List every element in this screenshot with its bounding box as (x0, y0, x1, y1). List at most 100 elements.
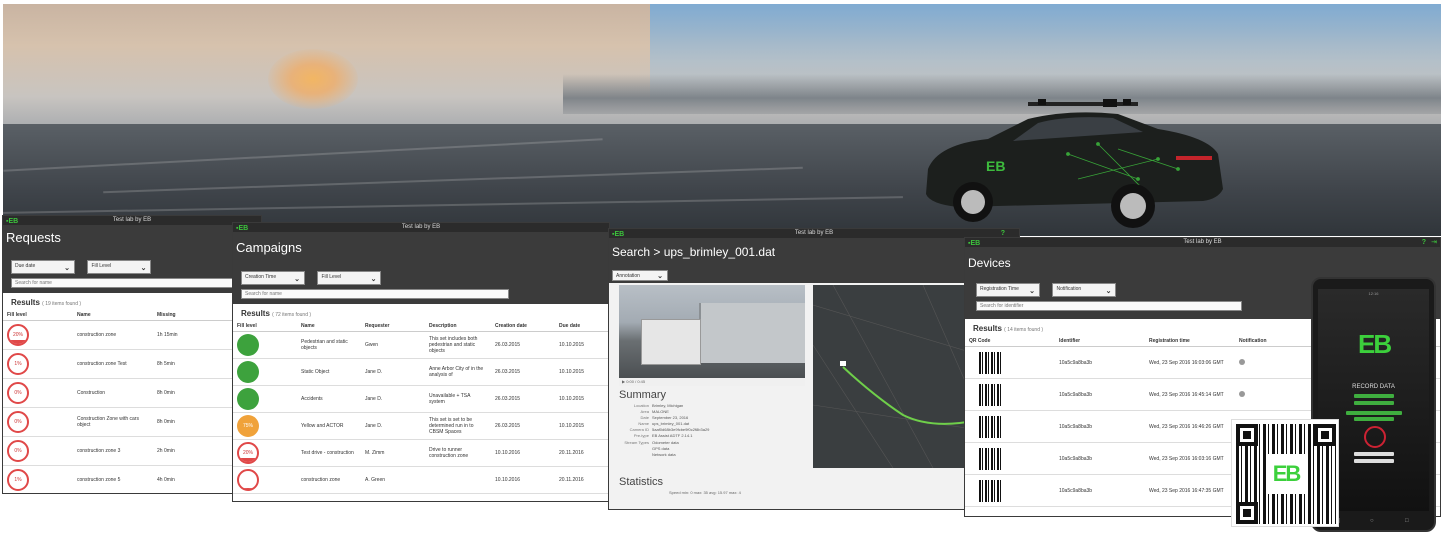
requester: M. Zimm (361, 439, 425, 467)
phone-option[interactable] (1346, 411, 1402, 415)
phone-option[interactable] (1354, 394, 1394, 398)
help-icon[interactable]: ? (1422, 238, 1426, 247)
registration-time: Wed, 23 Sep 2016 16:45:14 GMT (1145, 378, 1235, 411)
registration-time: Wed, 23 Sep 2016 16:46:26 GMT (1145, 410, 1235, 443)
menu-icon[interactable]: ▪EB (968, 239, 980, 248)
col-header[interactable]: Fill level (233, 321, 297, 332)
topbar: ▪EB Test lab by EB (233, 223, 609, 232)
requester: A. Green (361, 466, 425, 494)
phone-option[interactable] (1354, 401, 1394, 405)
table-row[interactable]: 0% Construction 8h 0min (3, 378, 261, 408)
description (425, 466, 491, 494)
qr-code[interactable] (979, 447, 1001, 470)
table-row[interactable]: 1% construction zone Test 8h 5min (3, 349, 261, 379)
start-marker (840, 361, 846, 366)
qr-code[interactable] (979, 415, 1001, 438)
qr-code[interactable] (979, 383, 1001, 406)
fill-level-indicator: 20% (7, 324, 29, 346)
col-header[interactable]: QR Code (965, 336, 1055, 347)
annotation-select[interactable]: Annotation ⌄ (612, 270, 668, 281)
table-row[interactable]: 20% Test drive - construction M. Zimm Drive… (233, 439, 609, 467)
phone-option[interactable] (1354, 459, 1394, 463)
hero-image: EB (3, 4, 1441, 236)
filter-select[interactable]: Notification ⌄ (1052, 283, 1117, 297)
request-name: construction zone Test (73, 349, 153, 379)
app-title: Test lab by EB (794, 230, 834, 236)
fill-level-indicator: 75% (237, 415, 259, 437)
campaigns-table: Fill level Name Requester Description Cr… (233, 321, 609, 494)
table-row[interactable]: 1% construction zone 5 4h 0min (3, 465, 261, 493)
page-title: Campaigns (233, 232, 609, 262)
summary-value: 5aaf0d68b3e9fcbe9f0c2f8b3a29 (652, 427, 710, 433)
table-row[interactable]: 0% construction zone 3 2h 0min (3, 436, 261, 466)
eb-logo: EB (1358, 329, 1392, 359)
col-header[interactable]: Fill level (3, 310, 73, 321)
fill-level-indicator (237, 469, 259, 491)
table-row[interactable]: construction zone A. Green 10.10.2016 20.11… (233, 466, 609, 494)
fill-level-indicator: 20% (237, 442, 259, 464)
sort-select[interactable]: Creation Time ⌄ (241, 271, 305, 285)
filter-bar: Due date ⌄ Fill Level ⌄ Search for name (3, 251, 261, 293)
col-header[interactable]: Description (425, 321, 491, 332)
device-identifier: 10a5c9a8ba3b (1055, 378, 1145, 411)
col-header[interactable]: Name (73, 310, 153, 321)
filter-select[interactable]: Fill Level ⌄ (317, 271, 382, 285)
chevron-down-icon: ⌄ (657, 273, 663, 280)
table-row[interactable]: 20% construction zone 1h 15min (3, 320, 261, 350)
summary-value: September 23, 2016 (652, 415, 689, 421)
summary-value: Network data (652, 451, 676, 457)
results-header: Results ( 19 items found ) (11, 298, 82, 307)
phone-option[interactable] (1354, 452, 1394, 456)
request-name: Construction Zone with cars object (73, 407, 153, 437)
table-row[interactable]: 75% Yellow and ACTOR Jane D. This set is se… (233, 412, 609, 440)
menu-icon[interactable]: ▪EB (236, 224, 248, 233)
chevron-down-icon: ⌄ (140, 265, 147, 272)
play-icon[interactable]: ▶ (622, 379, 625, 384)
device-identifier: 10a5c9a8ba3b (1055, 410, 1145, 443)
fill-level-indicator (237, 334, 259, 356)
notification-toggle[interactable] (1239, 358, 1245, 365)
table-row[interactable]: Static Object Jane D. Anne Arbor City of i… (233, 358, 609, 386)
search-input[interactable]: Search for name (11, 278, 251, 288)
app-title: Test lab by EB (1183, 239, 1222, 245)
home-icon[interactable]: ○ (1370, 518, 1374, 524)
recents-icon[interactable]: □ (1405, 518, 1409, 524)
table-row[interactable]: Accidents Jane D. Unavailable + TSA system… (233, 385, 609, 413)
qr-code[interactable] (979, 479, 1001, 502)
record-button[interactable] (1364, 426, 1386, 448)
col-header[interactable]: Creation date (491, 321, 555, 332)
menu-icon[interactable]: ▪EB (6, 217, 18, 226)
filter-select[interactable]: Fill Level ⌄ (87, 260, 152, 274)
device-qr-code: EB (1231, 419, 1339, 527)
logout-icon[interactable]: ⇥ (1431, 238, 1437, 247)
phone-option[interactable] (1354, 417, 1394, 421)
table-row[interactable]: 0% Construction Zone with cars object 8h 0… (3, 407, 261, 437)
menu-icon[interactable]: ▪EB (612, 230, 624, 239)
qr-code[interactable] (979, 351, 1001, 374)
chevron-down-icon: ⌄ (294, 276, 300, 283)
campaign-name: Pedestrian and static objects (297, 331, 361, 359)
description: Anne Arbor City of in the analysis of (425, 358, 491, 386)
topbar: ▪EB Test lab by EB (3, 216, 261, 225)
notification-toggle[interactable] (1239, 390, 1245, 397)
table-row[interactable]: Pedestrian and static objects Gwen This se… (233, 331, 609, 359)
search-input[interactable]: Search for name (241, 289, 509, 299)
creation-date: 10.10.2016 (491, 466, 555, 494)
sun (268, 49, 358, 109)
sort-select[interactable]: Registration Time ⌄ (976, 283, 1040, 297)
sort-select[interactable]: Due date ⌄ (11, 260, 75, 274)
col-header[interactable]: Due date (555, 321, 609, 332)
video-player-controls[interactable]: ▶ 0:00 / 0:45 (619, 378, 805, 386)
due-date: 10.10.2015 (555, 358, 609, 386)
requester: Jane D. (361, 385, 425, 413)
creation-date: 26.03.2015 (491, 385, 555, 413)
col-header[interactable]: Requester (361, 321, 425, 332)
col-header[interactable]: Identifier (1055, 336, 1145, 347)
col-header[interactable]: Registration time (1145, 336, 1235, 347)
col-header[interactable]: Name (297, 321, 361, 332)
summary-value: EB Assist ADTF 2.14.1 (652, 433, 693, 439)
request-name: Construction (73, 378, 153, 408)
player-time: 0:00 / 0:45 (626, 379, 646, 384)
search-input[interactable]: Search for identifier (976, 301, 1242, 311)
statistics-title: Statistics (619, 476, 664, 488)
